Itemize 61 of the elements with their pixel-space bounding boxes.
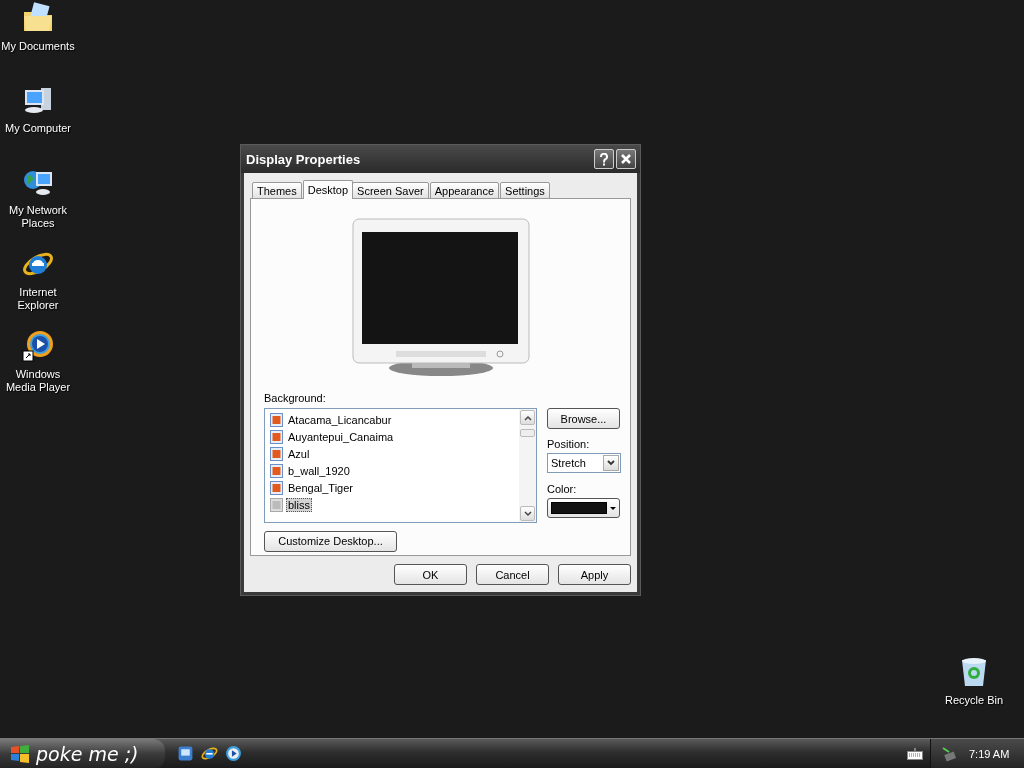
quick-launch-button[interactable] — [201, 745, 218, 762]
browse-button[interactable]: Browse... — [547, 408, 620, 429]
tab[interactable]: Appearance — [429, 182, 500, 199]
image-file-icon — [270, 463, 283, 478]
scrollbar[interactable] — [519, 409, 536, 522]
dialog-button[interactable]: Apply — [558, 564, 631, 585]
chevron-down-icon — [607, 460, 615, 466]
close-icon — [620, 153, 632, 165]
background-item[interactable]: Bengal_Tiger — [270, 479, 519, 496]
background-item[interactable]: bliss — [270, 496, 519, 513]
image-file-icon — [270, 480, 283, 495]
background-item[interactable]: Azul — [270, 445, 519, 462]
desktop-icon-label[interactable]: My Network Places — [0, 204, 76, 230]
customize-desktop-button[interactable]: Customize Desktop... — [264, 530, 397, 552]
keyboard-icon[interactable] — [907, 747, 923, 760]
scroll-thumb[interactable] — [520, 429, 535, 437]
desktop-icon-label[interactable]: My Computer — [5, 122, 71, 135]
image-file-icon — [270, 429, 283, 444]
background-name: Auyantepui_Canaima — [287, 429, 395, 444]
color-label: Color: — [547, 483, 578, 495]
image-file-icon — [270, 446, 283, 461]
desktop-icon-label[interactable]: My Documents — [1, 40, 75, 53]
dialog-button[interactable]: Cancel — [476, 564, 549, 585]
background-item[interactable]: Auyantepui_Canaima — [270, 428, 519, 445]
color-picker-button[interactable] — [547, 498, 620, 518]
close-button[interactable] — [616, 149, 636, 169]
background-name: Azul — [287, 446, 311, 461]
background-label: Background: — [264, 392, 327, 404]
start-button[interactable]: poke me ;) — [0, 738, 165, 768]
scroll-down-icon[interactable] — [523, 510, 532, 517]
background-item[interactable]: b_wall_1920 — [270, 462, 519, 479]
tab[interactable]: Desktop — [302, 180, 354, 199]
desktop-icon-label[interactable]: Windows Media Player — [0, 368, 76, 394]
clock[interactable]: 7:19 AM — [969, 747, 1010, 760]
background-name: bliss — [286, 497, 312, 512]
background-name: Bengal_Tiger — [287, 480, 355, 495]
quick-launch-button[interactable] — [225, 745, 242, 762]
caret-icon — [609, 505, 617, 511]
image-file-icon — [270, 412, 283, 427]
desktop-icon-label[interactable]: Recycle Bin — [944, 694, 1004, 707]
media-player-icon — [22, 330, 54, 362]
tab[interactable]: Themes — [252, 182, 302, 199]
tab[interactable]: Screen Saver — [352, 182, 429, 199]
position-label: Position: — [547, 438, 591, 450]
tab[interactable]: Settings — [500, 182, 550, 199]
network-tray-icon[interactable] — [941, 745, 957, 762]
background-name: b_wall_1920 — [287, 463, 351, 478]
windows-logo-icon — [10, 744, 30, 763]
scroll-up-icon[interactable] — [523, 414, 532, 421]
desktop-icon-label[interactable]: Internet Explorer — [0, 286, 76, 312]
dialog-button[interactable]: OK — [394, 564, 467, 585]
question-mark-icon — [599, 152, 609, 166]
color-swatch — [551, 502, 607, 514]
position-dropdown[interactable]: Stretch — [547, 453, 621, 473]
image-file-icon — [270, 497, 283, 512]
quick-launch-button[interactable] — [177, 745, 194, 762]
folder-icon — [22, 2, 54, 34]
window-title: Display Properties — [246, 151, 361, 167]
help-button[interactable] — [594, 149, 614, 169]
background-item[interactable]: Atacama_Licancabur — [270, 411, 519, 428]
background-name: Atacama_Licancabur — [287, 412, 393, 427]
